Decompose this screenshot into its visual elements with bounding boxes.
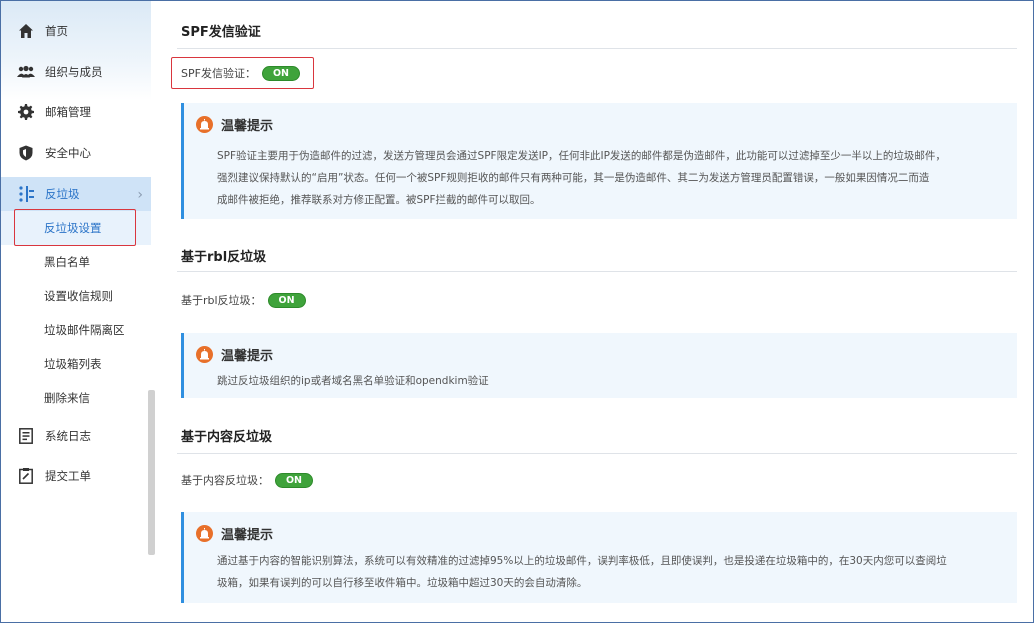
- sidebar-item-submit-ticket[interactable]: 提交工单: [1, 456, 151, 497]
- sidebar-item-label: 反垃圾: [45, 187, 80, 202]
- tip-body: SPF验证主要用于伪造邮件的过滤，发送方管理员会通过SPF限定发送IP，任何非此…: [217, 145, 1003, 211]
- sidebar-item-label: 组织与成员: [45, 64, 103, 79]
- sidebar-sub-label: 反垃圾设置: [44, 221, 102, 236]
- gear-icon: [17, 103, 35, 121]
- sidebar-item-org[interactable]: 组织与成员: [1, 52, 151, 93]
- sidebar-sub-blacklist[interactable]: 黑白名单: [1, 245, 151, 279]
- tip-title: 温馨提示: [221, 349, 274, 364]
- tip-line: 成邮件被拒绝，推荐联系对方修正配置。被SPF拦截的邮件可以取回。: [217, 194, 541, 206]
- section-divider: [177, 453, 1017, 454]
- spf-setting-row: SPF发信验证： ON: [181, 65, 300, 81]
- sidebar-sub-label: 黑白名单: [44, 255, 90, 270]
- tip-line: 圾箱，如果有误判的可以自行移至收件箱中。垃圾箱中超过30天的会自动清除。: [217, 577, 588, 589]
- sidebar-sub-antispam-settings[interactable]: 反垃圾设置: [1, 211, 151, 246]
- home-icon: [17, 22, 35, 40]
- alarm-icon: [196, 525, 213, 542]
- section-divider: [177, 48, 1017, 49]
- tip-line: 跳过反垃圾组织的ip或者域名黑名单验证和opendkim验证: [217, 375, 489, 387]
- tip-header: 温馨提示: [196, 115, 273, 134]
- section-divider: [177, 271, 1017, 272]
- sidebar-sub-quarantine[interactable]: 垃圾邮件隔离区: [1, 313, 151, 347]
- rbl-toggle[interactable]: ON: [267, 292, 306, 308]
- sidebar-item-label: 首页: [45, 24, 68, 39]
- spf-toggle[interactable]: ON: [261, 65, 300, 81]
- tip-header: 温馨提示: [196, 524, 273, 543]
- content-setting-label: 基于内容反垃圾：: [181, 474, 269, 487]
- sidebar-sub-label: 删除来信: [44, 391, 90, 406]
- tip-line: 通过基于内容的智能识别算法，系统可以有效精准的过滤掉95%以上的垃圾邮件，误判率…: [217, 555, 947, 567]
- sidebar-item-antispam[interactable]: 反垃圾 ›: [1, 177, 151, 212]
- tip-box-rbl: 温馨提示 跳过反垃圾组织的ip或者域名黑名单验证和opendkim验证: [181, 333, 1017, 398]
- main-content: SPF发信验证 SPF发信验证： ON 温馨提示 SPF验证主要用于伪造邮件的过…: [157, 1, 1032, 621]
- sidebar-sub-label: 垃圾箱列表: [44, 357, 102, 372]
- tip-box-content: 温馨提示 通过基于内容的智能识别算法，系统可以有效精准的过滤掉95%以上的垃圾邮…: [181, 512, 1017, 603]
- section-title-rbl: 基于rbl反垃圾: [181, 250, 267, 265]
- tip-line: SPF验证主要用于伪造邮件的过滤，发送方管理员会通过SPF限定发送IP，任何非此…: [217, 150, 946, 162]
- sidebar: 首页 组织与成员 邮箱管理 安全中心 反垃圾 › 反垃圾设置 黑白名单 设置收信…: [1, 1, 151, 621]
- tip-title: 温馨提示: [221, 528, 274, 543]
- tip-header: 温馨提示: [196, 345, 273, 364]
- section-title-content: 基于内容反垃圾: [181, 430, 273, 445]
- sidebar-item-label: 邮箱管理: [45, 105, 91, 120]
- tip-body: 通过基于内容的智能识别算法，系统可以有效精准的过滤掉95%以上的垃圾邮件，误判率…: [217, 550, 1003, 594]
- content-setting-row: 基于内容反垃圾： ON: [181, 472, 313, 488]
- rbl-setting-row: 基于rbl反垃圾： ON: [181, 292, 306, 308]
- alarm-icon: [196, 116, 213, 133]
- tip-line: 强烈建议保持默认的“启用”状态。任何一个被SPF规则拒收的邮件只有两种可能，其一…: [217, 172, 930, 184]
- alarm-icon: [196, 346, 213, 363]
- sidebar-nav: 首页 组织与成员 邮箱管理 安全中心 反垃圾 › 反垃圾设置 黑白名单 设置收信…: [1, 11, 151, 497]
- tip-box-spf: 温馨提示 SPF验证主要用于伪造邮件的过滤，发送方管理员会通过SPF限定发送IP…: [181, 103, 1017, 219]
- spf-setting-label: SPF发信验证：: [181, 67, 256, 80]
- log-icon: [17, 427, 35, 445]
- antispam-icon: [17, 185, 35, 203]
- sidebar-sub-label: 设置收信规则: [44, 289, 113, 304]
- sidebar-sub-label: 垃圾邮件隔离区: [44, 323, 125, 338]
- section-title-spf: SPF发信验证: [181, 25, 261, 40]
- rbl-setting-label: 基于rbl反垃圾：: [181, 294, 262, 307]
- chevron-right-icon: ›: [137, 187, 143, 204]
- sidebar-item-system-log[interactable]: 系统日志: [1, 415, 151, 456]
- sidebar-item-label: 提交工单: [45, 469, 91, 484]
- sidebar-item-mailbox[interactable]: 邮箱管理: [1, 92, 151, 133]
- sidebar-item-security[interactable]: 安全中心: [1, 133, 151, 174]
- sidebar-sub-receive-rules[interactable]: 设置收信规则: [1, 279, 151, 313]
- sidebar-item-home[interactable]: 首页: [1, 11, 151, 52]
- ticket-icon: [17, 467, 35, 485]
- sidebar-item-label: 安全中心: [45, 146, 91, 161]
- shield-icon: [17, 144, 35, 162]
- sidebar-item-label: 系统日志: [45, 428, 91, 443]
- sidebar-scrollbar[interactable]: [148, 390, 155, 555]
- sidebar-sub-trash-list[interactable]: 垃圾箱列表: [1, 347, 151, 381]
- tip-title: 温馨提示: [221, 119, 274, 134]
- content-toggle[interactable]: ON: [275, 472, 313, 488]
- sidebar-sub-delete-mail[interactable]: 删除来信: [1, 381, 151, 415]
- tip-body: 跳过反垃圾组织的ip或者域名黑名单验证和opendkim验证: [217, 370, 1003, 392]
- users-icon: [17, 63, 35, 81]
